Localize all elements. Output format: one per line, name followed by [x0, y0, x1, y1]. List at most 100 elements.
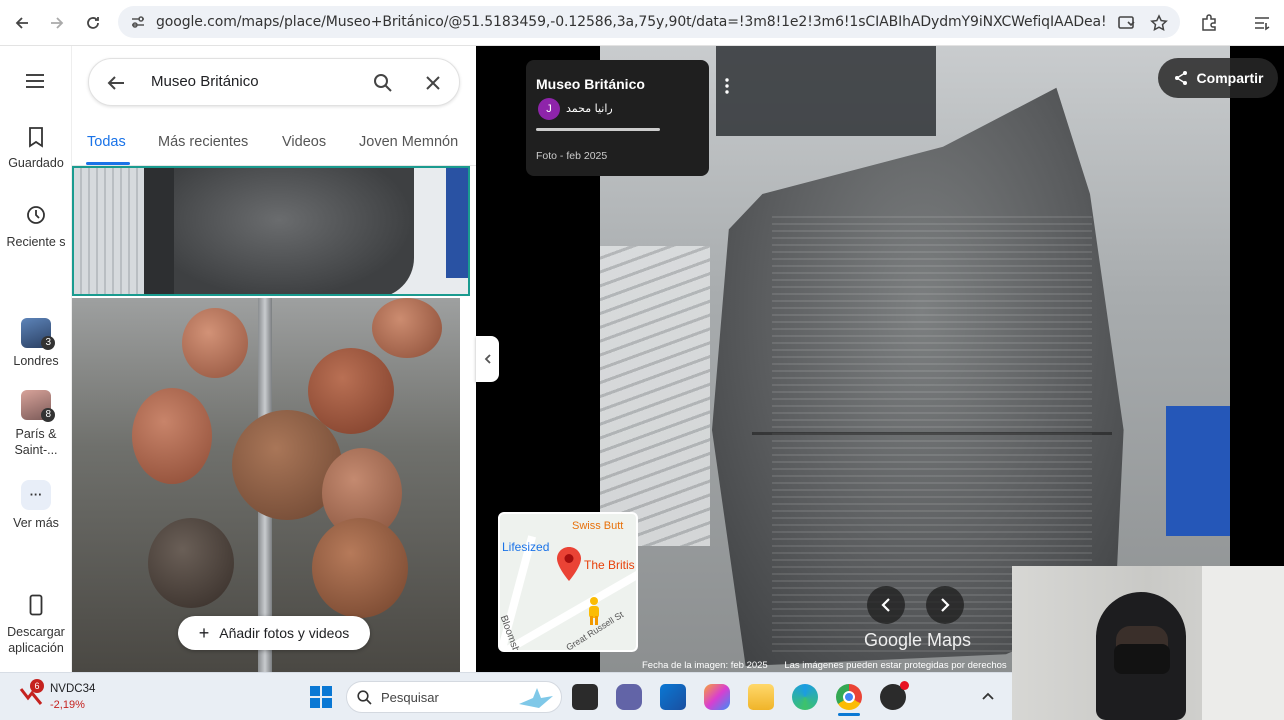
- google-maps-logo: Google Maps: [864, 630, 972, 650]
- rail-item-label: Londres: [13, 354, 59, 368]
- install-icon: [1118, 16, 1135, 29]
- search-input[interactable]: Museo Británico: [151, 73, 259, 90]
- reading-list-button[interactable]: [1248, 9, 1276, 37]
- tab-videos[interactable]: Videos: [282, 134, 326, 150]
- notification-badge: 6: [30, 679, 44, 693]
- back-button[interactable]: [8, 9, 36, 37]
- copilot-icon[interactable]: [704, 684, 730, 710]
- tab-all[interactable]: Todas: [87, 134, 126, 150]
- rail-item-more[interactable]: ··· Ver más: [0, 480, 72, 530]
- active-tab-indicator: [86, 162, 130, 165]
- reload-icon: [87, 17, 99, 29]
- photo-thumbnail-rosetta[interactable]: [72, 166, 470, 296]
- star-icon: [1150, 14, 1168, 32]
- search-icon[interactable]: [373, 73, 393, 93]
- rail-item-download-app[interactable]: Descargar aplicación: [0, 594, 72, 656]
- active-app-indicator: [838, 713, 860, 716]
- webcam-overlay: [1012, 566, 1284, 720]
- install-app-button[interactable]: [1113, 9, 1141, 37]
- london-thumbnail: 3: [21, 318, 55, 350]
- rail-item-recent[interactable]: Reciente s: [0, 204, 72, 250]
- blue-display-panel: [1166, 406, 1230, 536]
- author-name[interactable]: رانيا محمد: [566, 102, 613, 115]
- taskbar-search-placeholder: Pesquisar: [381, 690, 439, 705]
- next-photo-button[interactable]: [926, 586, 964, 624]
- author-avatar[interactable]: J: [538, 98, 560, 120]
- task-view-icon[interactable]: [572, 684, 598, 710]
- face-mask: [1114, 644, 1170, 674]
- history-icon: [27, 206, 45, 224]
- taskbar-search[interactable]: Pesquisar: [346, 681, 562, 713]
- tab-young-memnon[interactable]: Joven Memnón: [359, 134, 458, 150]
- photo-date: Foto - feb 2025: [536, 150, 608, 162]
- paris-thumbnail: 8: [21, 390, 55, 422]
- maps-side-rail: Guardado Reciente s 3 Londres 8 París & …: [0, 46, 72, 672]
- menu-button[interactable]: [24, 72, 46, 95]
- map-label: The Britis: [584, 558, 635, 572]
- file-explorer-icon[interactable]: [748, 684, 774, 710]
- location-pin-icon: [557, 547, 581, 581]
- phone-icon: [29, 594, 43, 616]
- rail-item-paris[interactable]: 8 París & Saint-...: [0, 390, 72, 458]
- place-photos-panel: Museo Británico Todas Más recientes Vide…: [72, 46, 476, 672]
- ceiling-shadow: [716, 46, 936, 136]
- more-vert-icon[interactable]: [724, 78, 730, 94]
- list-icon: [1255, 17, 1270, 31]
- webcam-wall: [1202, 566, 1284, 720]
- edge-icon[interactable]: [792, 684, 818, 710]
- chevron-right-icon: [941, 598, 950, 612]
- stock-widget[interactable]: 6 NVDC34 -2,19%: [18, 679, 95, 712]
- hamburger-icon: [26, 74, 44, 88]
- chevron-left-icon: [881, 598, 890, 612]
- rail-item-saved[interactable]: Guardado: [0, 126, 72, 170]
- ticker-change: -2,19%: [50, 699, 85, 711]
- share-icon: [1174, 71, 1187, 85]
- collapse-panel-button[interactable]: [476, 336, 499, 382]
- rail-badge: 8: [41, 408, 55, 422]
- add-photos-button[interactable]: + Añadir fotos y videos: [178, 616, 370, 650]
- pegman-icon[interactable]: [586, 596, 602, 626]
- back-arrow-icon[interactable]: [107, 75, 125, 91]
- share-button[interactable]: Compartir: [1158, 58, 1278, 98]
- ticker-symbol: NVDC34: [50, 683, 96, 695]
- browser-toolbar: google.com/maps/place/Museo+Británico/@5…: [0, 0, 1284, 46]
- plus-icon: +: [198, 623, 210, 643]
- rail-item-label: Descargar aplicación: [7, 625, 65, 655]
- search-box[interactable]: Museo Británico: [88, 58, 460, 106]
- rights-notice[interactable]: Las imágenes pueden estar protegidas por…: [784, 660, 1006, 671]
- chevron-left-icon: [484, 354, 491, 364]
- store-icon[interactable]: [660, 684, 686, 710]
- address-bar[interactable]: google.com/maps/place/Museo+Británico/@5…: [118, 6, 1180, 38]
- reload-button[interactable]: [79, 9, 107, 37]
- photo-tabs: Todas Más recientes Videos Joven Memnón: [72, 124, 476, 166]
- minimap[interactable]: Swiss Butt Lifesized The Britis Bloomsbu…: [498, 512, 638, 652]
- tab-most-recent[interactable]: Más recientes: [158, 134, 248, 150]
- url-text[interactable]: google.com/maps/place/Museo+Británico/@5…: [156, 14, 1106, 30]
- map-label: Swiss Butt: [572, 520, 624, 532]
- map-label: Lifesized: [502, 540, 550, 554]
- site-settings-icon[interactable]: [130, 15, 146, 29]
- place-title[interactable]: Museo Británico: [536, 76, 645, 92]
- add-photos-label: Añadir fotos y videos: [219, 625, 350, 641]
- paper-crane-icon: [519, 688, 553, 708]
- rail-badge: 3: [41, 336, 55, 350]
- forward-button[interactable]: [43, 9, 71, 37]
- share-label: Compartir: [1196, 70, 1264, 86]
- bookmark-star-button[interactable]: [1145, 9, 1173, 37]
- image-footer: Fecha de la imagen: feb 2025 Las imágene…: [642, 660, 1007, 671]
- rail-item-label: París & Saint-...: [14, 427, 58, 457]
- windows-start-icon[interactable]: [309, 685, 333, 709]
- app-icon[interactable]: [880, 681, 909, 710]
- teams-icon[interactable]: [616, 684, 642, 710]
- rail-item-label: Reciente s: [6, 235, 66, 249]
- rail-item-label: Ver más: [13, 516, 59, 530]
- close-icon[interactable]: [425, 75, 441, 91]
- extensions-button[interactable]: [1195, 9, 1223, 37]
- rail-item-london[interactable]: 3 Londres: [0, 318, 72, 368]
- chevron-up-icon[interactable]: [981, 691, 995, 701]
- arrow-right-icon: [51, 17, 64, 29]
- chrome-icon[interactable]: [836, 684, 862, 710]
- more-icon: ···: [21, 480, 51, 510]
- image-date: Fecha de la imagen: feb 2025: [642, 660, 768, 671]
- previous-photo-button[interactable]: [867, 586, 905, 624]
